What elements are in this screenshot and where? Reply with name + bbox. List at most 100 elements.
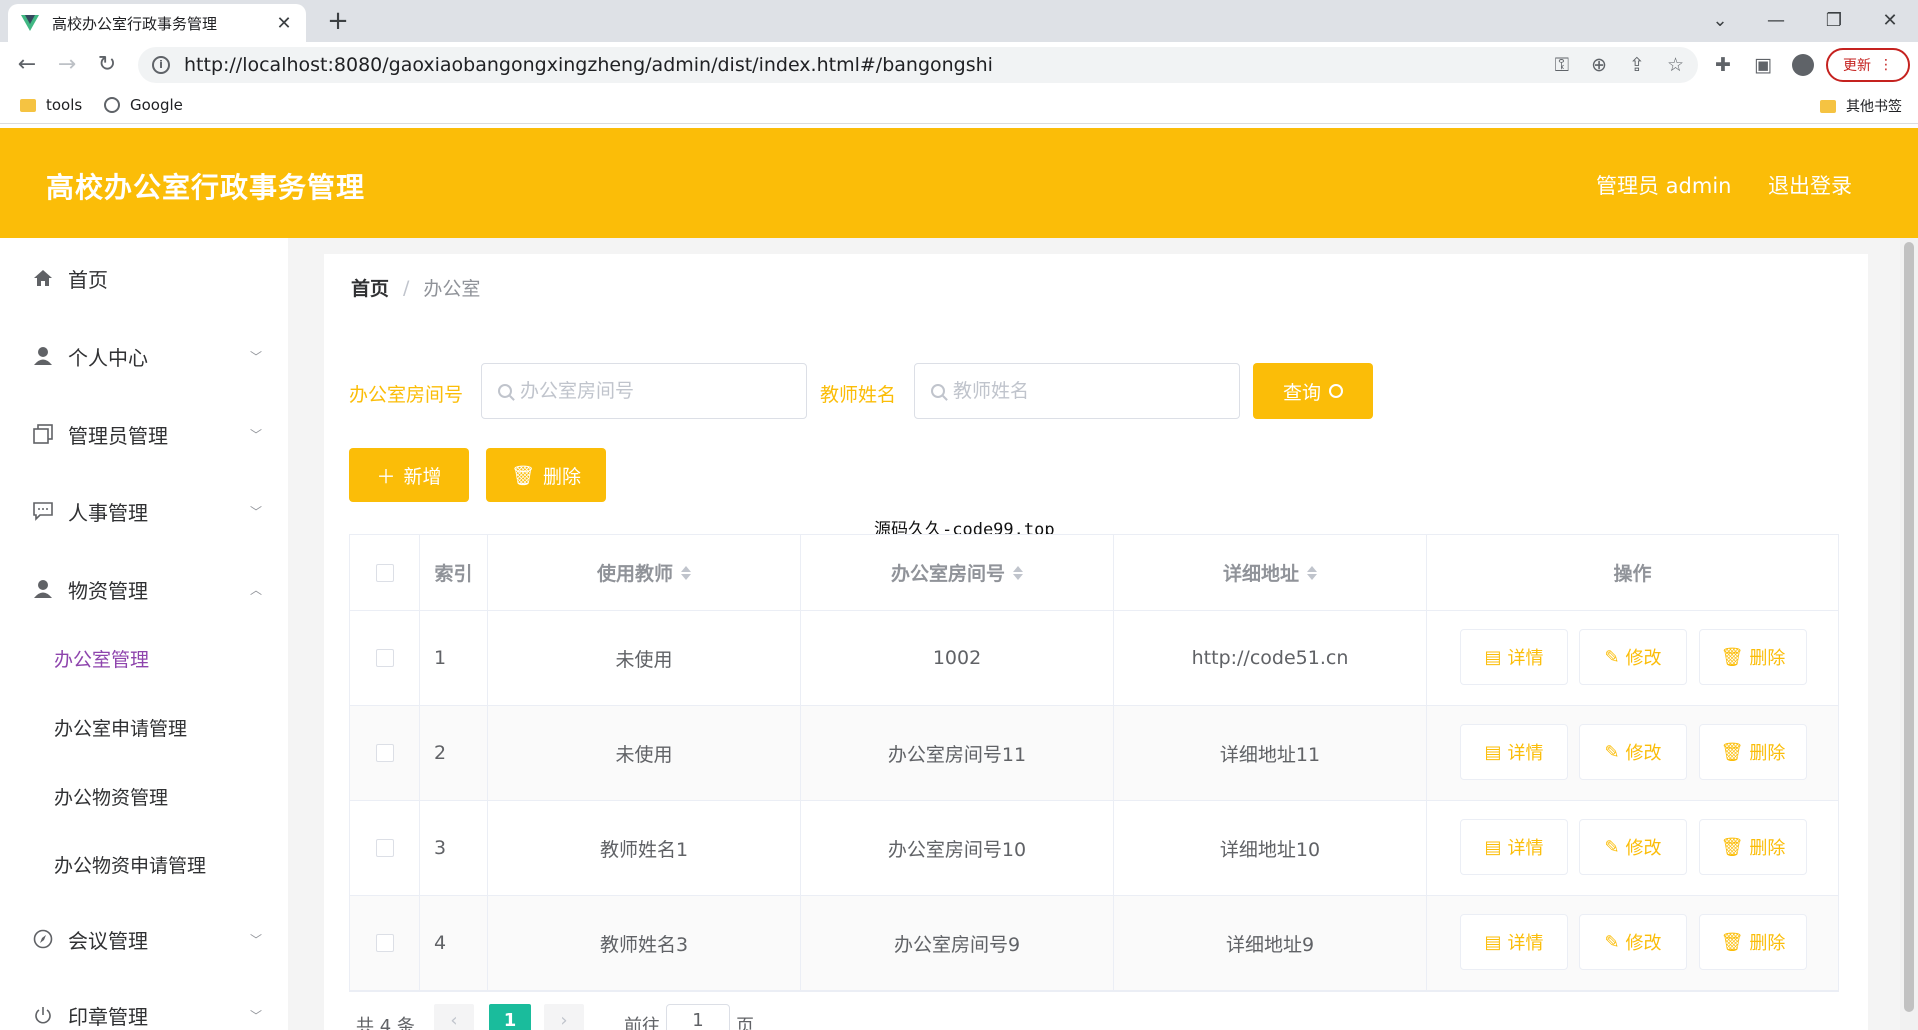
update-button[interactable]: 更新 ⋮ xyxy=(1826,48,1910,82)
detail-button[interactable]: ▤ 详情 xyxy=(1460,724,1568,780)
tab-title: 高校办公室行政事务管理 xyxy=(52,14,218,33)
forward-button[interactable]: → xyxy=(52,50,82,80)
detail-label: 详情 xyxy=(1507,933,1544,954)
profile-icon[interactable] xyxy=(1790,52,1816,78)
page-scrollbar[interactable] xyxy=(1900,238,1918,1030)
sidebar-subitem-office-apply[interactable]: 办公室申请管理 xyxy=(54,714,187,741)
page-jump-input[interactable]: 1 xyxy=(666,1004,730,1030)
reload-button[interactable]: ↻ xyxy=(92,50,122,80)
edit-button[interactable]: ✎ 修改 xyxy=(1579,914,1687,970)
col-address[interactable]: 详细地址 xyxy=(1114,535,1427,610)
teacher-name-field[interactable] xyxy=(914,363,1240,419)
restore-button[interactable]: ❐ xyxy=(1814,6,1854,36)
prev-page-button[interactable]: ‹ xyxy=(434,1004,474,1030)
col-operations: 操作 xyxy=(1613,563,1652,585)
row-checkbox[interactable] xyxy=(375,839,394,857)
edit-button[interactable]: ✎ 修改 xyxy=(1579,629,1687,685)
detail-button[interactable]: ▤ 详情 xyxy=(1460,914,1568,970)
delete-button[interactable]: 🗑 删除 xyxy=(1699,724,1807,780)
bookmark-label: 其他书签 xyxy=(1846,99,1902,115)
folder-icon xyxy=(20,98,36,112)
row-checkbox-cell xyxy=(350,706,420,800)
sidebar-item-personal[interactable]: 个人中心 ﹀ xyxy=(0,331,288,381)
select-all-checkbox[interactable] xyxy=(375,563,394,582)
document-icon: ▤ xyxy=(1484,646,1502,668)
info-icon[interactable]: i xyxy=(152,56,170,74)
query-label: 查询 xyxy=(1282,381,1321,404)
delete-button[interactable]: 🗑 删除 xyxy=(1699,629,1807,685)
bookmark-google[interactable]: Google xyxy=(104,96,183,114)
sidebar-item-home[interactable]: 首页 xyxy=(0,253,288,303)
sidebar-subitem-supplies[interactable]: 办公物资管理 xyxy=(54,783,168,810)
bookmark-label: Google xyxy=(130,96,183,114)
room-number-input[interactable] xyxy=(520,380,790,402)
tab-close-icon[interactable]: ✕ xyxy=(274,13,294,34)
bookmark-tools[interactable]: tools xyxy=(20,96,82,114)
add-label: 新增 xyxy=(403,465,442,488)
chevron-up-icon: ︿ xyxy=(249,582,262,597)
cell-teacher: 教师姓名1 xyxy=(488,801,801,895)
room-number-field[interactable] xyxy=(481,363,807,419)
detail-button[interactable]: ▤ 详情 xyxy=(1460,629,1568,685)
scrollbar-thumb[interactable] xyxy=(1904,242,1914,1012)
delete-button[interactable]: 🗑 删除 xyxy=(1699,914,1807,970)
extensions-icon[interactable]: ✚ xyxy=(1710,52,1736,78)
sort-icon[interactable] xyxy=(1307,565,1317,580)
close-window-button[interactable]: ✕ xyxy=(1870,6,1910,36)
sidebar-item-admin[interactable]: 管理员管理 ﹀ xyxy=(0,409,288,459)
cell-address: 详细地址10 xyxy=(1114,801,1427,895)
tab-search-icon[interactable]: ⌄ xyxy=(1700,6,1740,36)
logout-link[interactable]: 退出登录 xyxy=(1768,170,1852,200)
url-field[interactable]: i http://localhost:8080/gaoxiaobangongxi… xyxy=(138,47,1698,83)
sort-icon[interactable] xyxy=(1013,565,1023,580)
sidebar-item-hr[interactable]: 人事管理 ﹀ xyxy=(0,486,288,536)
breadcrumb-home[interactable]: 首页 xyxy=(351,274,389,301)
chat-icon xyxy=(32,500,54,522)
new-tab-button[interactable]: + xyxy=(322,6,354,38)
detail-label: 详情 xyxy=(1507,648,1544,669)
col-teacher[interactable]: 使用教师 xyxy=(488,535,801,610)
table-row: 2 未使用 办公室房间号11 详细地址11 ▤ 详情 ✎ 修改 🗑 删除 xyxy=(350,706,1838,801)
row-checkbox[interactable] xyxy=(375,649,394,667)
cell-room: 办公室房间号9 xyxy=(801,896,1114,990)
table-header: 索引 使用教师 办公室房间号 详细地址 操作 xyxy=(350,535,1838,611)
zoom-icon[interactable]: ⊕ xyxy=(1591,54,1607,76)
back-button[interactable]: ← xyxy=(12,50,42,80)
chevron-down-icon: ﹀ xyxy=(249,1008,262,1023)
row-checkbox[interactable] xyxy=(375,744,394,762)
edit-button[interactable]: ✎ 修改 xyxy=(1579,724,1687,780)
sidebar-subitem-office[interactable]: 办公室管理 xyxy=(54,645,149,672)
detail-button[interactable]: ▤ 详情 xyxy=(1460,819,1568,875)
sidebar: 首页 个人中心 ﹀ 管理员管理 ﹀ 人事管理 ﹀ 物资管理 ︿ 办公室管理 办公… xyxy=(0,238,288,1030)
next-page-button[interactable]: › xyxy=(544,1004,584,1030)
teacher-name-input[interactable] xyxy=(953,380,1223,402)
sidepanel-icon[interactable]: ▣ xyxy=(1750,52,1776,78)
sort-icon[interactable] xyxy=(681,565,691,580)
minimize-button[interactable]: — xyxy=(1756,6,1796,36)
col-room[interactable]: 办公室房间号 xyxy=(801,535,1114,610)
sidebar-subitem-supplies-apply[interactable]: 办公物资申请管理 xyxy=(54,851,206,878)
sidebar-item-seal[interactable]: 印章管理 ﹀ xyxy=(0,990,288,1030)
edit-button[interactable]: ✎ 修改 xyxy=(1579,819,1687,875)
trash-icon: 🗑 xyxy=(1720,931,1744,953)
bookmark-other[interactable]: 其他书签 xyxy=(1820,96,1902,116)
key-icon[interactable]: ⚿ xyxy=(1555,54,1569,76)
sidebar-item-materials[interactable]: 物资管理 ︿ xyxy=(0,564,288,614)
cell-index: 1 xyxy=(420,611,488,705)
delete-label: 删除 xyxy=(1749,933,1786,954)
query-button[interactable]: 查询 xyxy=(1253,363,1373,419)
chevron-down-icon: ﹀ xyxy=(249,504,262,519)
delete-button[interactable]: 🗑 删除 xyxy=(1699,819,1807,875)
current-page-button[interactable]: 1 xyxy=(489,1004,531,1030)
document-icon: ▤ xyxy=(1484,741,1502,763)
row-checkbox[interactable] xyxy=(375,934,394,952)
browser-tab[interactable]: 高校办公室行政事务管理 ✕ xyxy=(8,4,306,42)
batch-delete-button[interactable]: 🗑 删除 xyxy=(486,448,606,502)
star-icon[interactable]: ☆ xyxy=(1667,54,1684,76)
edit-icon: ✎ xyxy=(1604,741,1620,763)
search-icon xyxy=(931,384,945,398)
add-button[interactable]: ＋ 新增 xyxy=(349,448,469,502)
share-icon[interactable]: ⇪ xyxy=(1629,54,1645,76)
compass-icon xyxy=(32,928,54,950)
sidebar-item-meeting[interactable]: 会议管理 ﹀ xyxy=(0,914,288,964)
